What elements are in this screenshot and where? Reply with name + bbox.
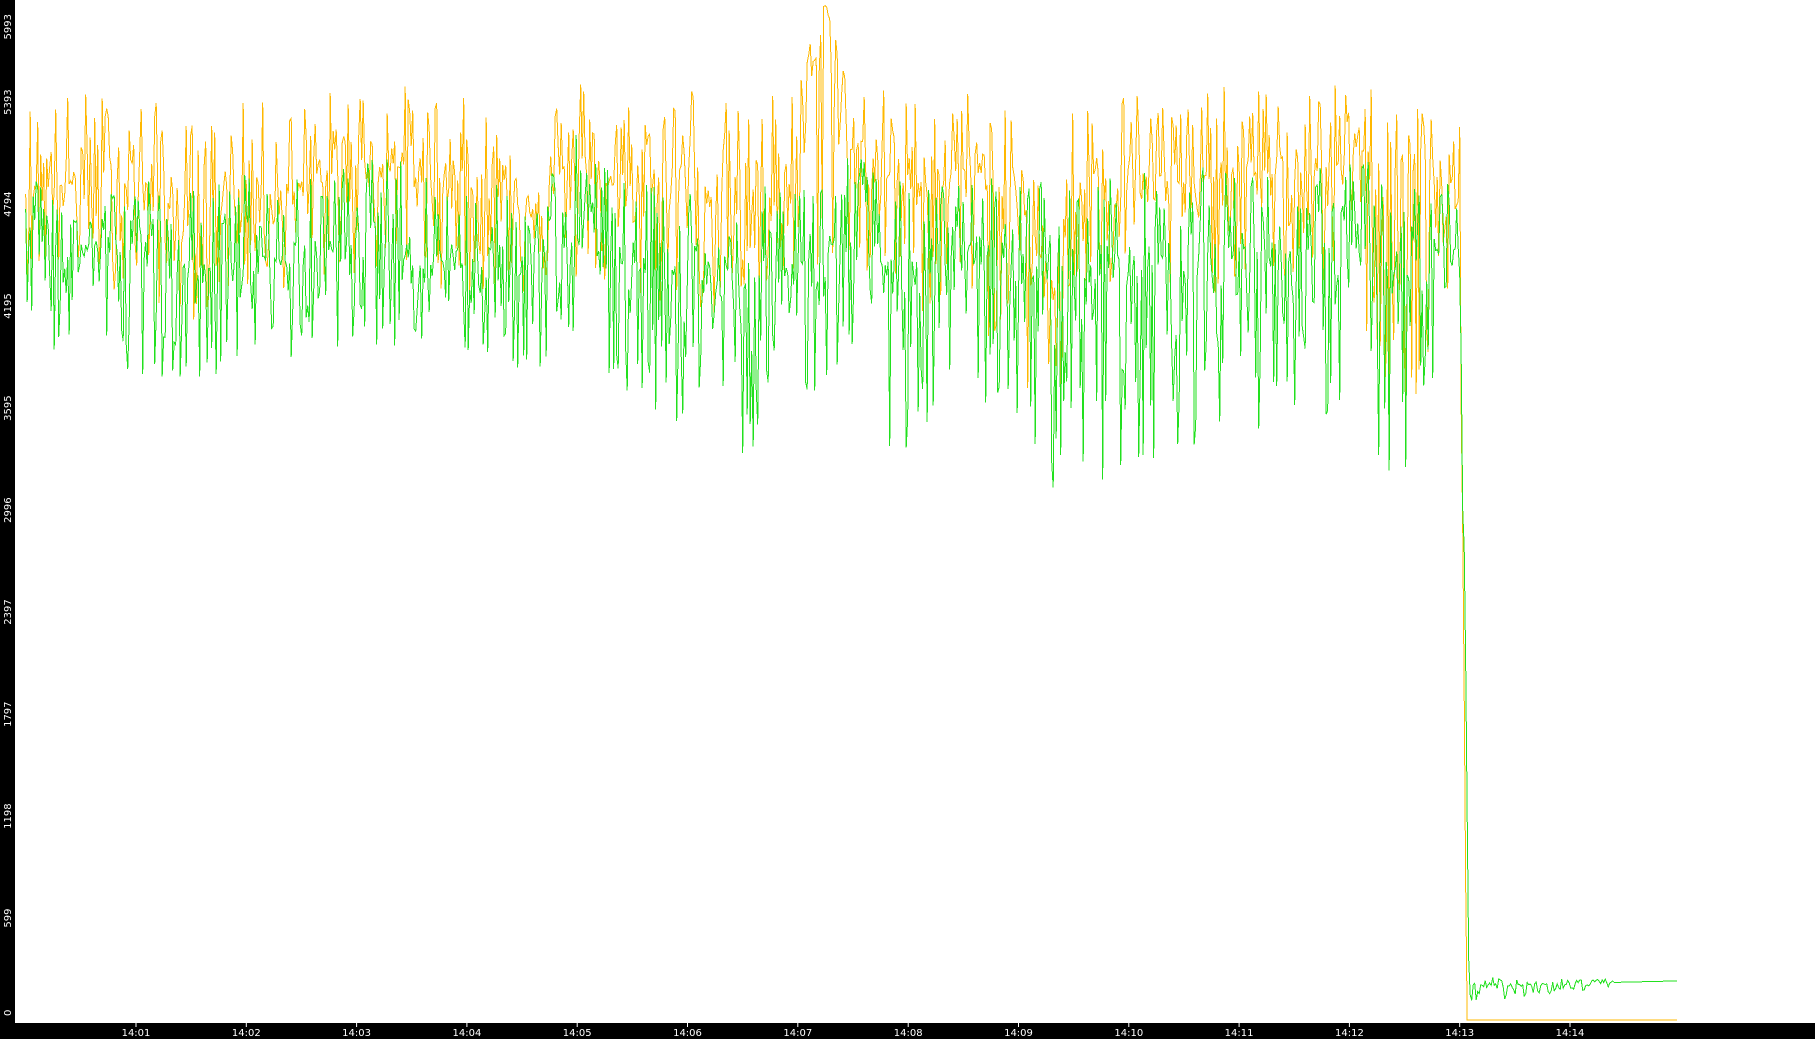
y-tick-label: 5993 xyxy=(3,14,14,39)
x-tick-label: 14:14 xyxy=(1556,1028,1585,1039)
x-tick-label: 14:08 xyxy=(894,1028,923,1039)
x-tick-label: 14:11 xyxy=(1225,1028,1254,1039)
y-tick-label: 1797 xyxy=(3,701,14,726)
x-tick-label: 14:07 xyxy=(783,1028,812,1039)
x-tick-label: 14:13 xyxy=(1445,1028,1474,1039)
x-tick-label: 14:06 xyxy=(673,1028,702,1039)
x-tick-label: 14:09 xyxy=(1004,1028,1033,1039)
x-tick-label: 14:12 xyxy=(1335,1028,1364,1039)
x-tick-label: 14:04 xyxy=(452,1028,481,1039)
x-tick-label: 14:05 xyxy=(563,1028,592,1039)
x-tick-label: 14:03 xyxy=(342,1028,371,1039)
x-tick-label: 14:02 xyxy=(232,1028,261,1039)
y-tick-label: 2996 xyxy=(3,497,14,522)
y-tick-label: 1198 xyxy=(3,803,14,828)
y-tick-label: 2397 xyxy=(3,599,14,624)
y-tick-label: 0 xyxy=(3,1010,14,1016)
y-tick-label: 4794 xyxy=(3,191,14,216)
x-tick-label: 14:10 xyxy=(1114,1028,1143,1039)
x-tick-label: 14:01 xyxy=(122,1028,151,1039)
y-tick-label: 4195 xyxy=(3,293,14,318)
y-tick-label: 3595 xyxy=(3,395,14,420)
y-tick-label: 5393 xyxy=(3,89,14,114)
y-tick-label: 599 xyxy=(3,909,14,928)
chart: 0 599 1198 1797 2397 2996 3595 4195 4794 5393 5993… xyxy=(0,0,1815,1039)
